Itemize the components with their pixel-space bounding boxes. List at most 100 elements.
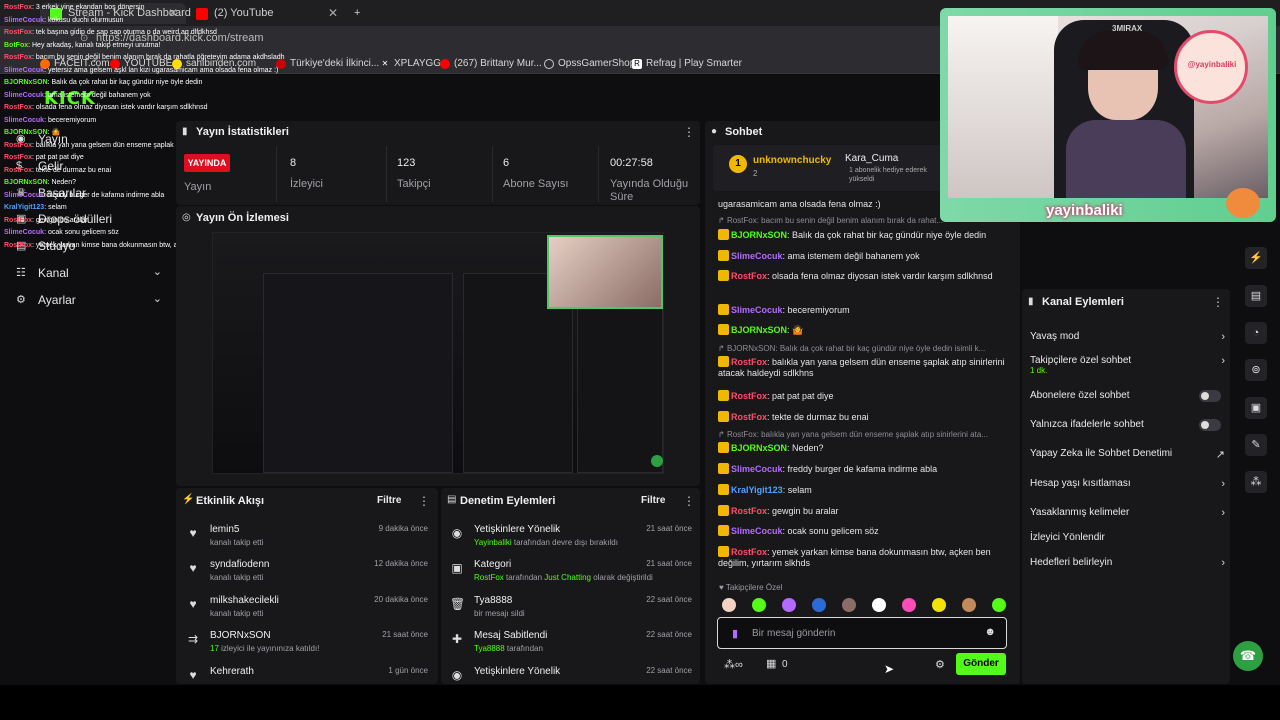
chat-message[interactable]: RostFox: yemek yarkan kimse bana dokunma… <box>718 546 1008 569</box>
chat-username[interactable]: RostFox <box>731 271 767 281</box>
clipboard-icon[interactable]: ▤ <box>1245 285 1267 307</box>
kebab-menu-icon[interactable]: ⋮ <box>1212 295 1224 309</box>
bookmark-item[interactable]: OpssGamerShop <box>544 58 635 69</box>
chat-username[interactable]: SlimeCocuk <box>731 526 783 536</box>
chat-username[interactable]: RostFox <box>731 506 767 516</box>
bookmark-item[interactable]: Türkiye'deki İlkinci... <box>276 58 379 69</box>
microphone-icon[interactable]: ▮ <box>732 627 738 640</box>
chat-message[interactable]: RostFox: tekte de durmaz bu enai <box>718 411 1008 423</box>
channel-action-item[interactable]: Yasaklanmış kelimeler › <box>1030 507 1225 519</box>
chat-username[interactable]: RostFox <box>731 391 767 401</box>
tab-youtube[interactable]: (2) YouTube ✕ <box>186 3 346 24</box>
channel-action-item[interactable]: Abonelere özel sohbet <box>1030 390 1225 402</box>
bookmark-item[interactable]: R Refrag | Play Smarter <box>632 58 742 69</box>
emote-icon[interactable] <box>872 598 886 612</box>
kebab-menu-icon[interactable]: ⋮ <box>418 494 430 508</box>
emote-icon[interactable] <box>722 598 736 612</box>
chat-username[interactable]: KralYigit123 <box>731 485 783 495</box>
chat-username[interactable]: SlimeCocuk <box>731 305 783 315</box>
chat-message[interactable]: RostFox: pat pat pat diye <box>718 390 1008 402</box>
activity-user[interactable]: BJORNxSON <box>210 630 271 641</box>
emote-icon[interactable] <box>782 598 796 612</box>
emote-icon[interactable] <box>842 598 856 612</box>
moderation-actor[interactable]: Yayinbaliki <box>474 538 512 547</box>
stream-preview-video[interactable] <box>212 232 664 474</box>
activity-row[interactable]: ♥ milkshakecilekli kanalı takip etti 20 dak… <box>186 595 428 629</box>
channel-action-item[interactable]: Takipçilere özel sohbet 1 dk. › <box>1030 355 1225 375</box>
activity-user[interactable]: syndafiodenn <box>210 559 270 570</box>
moderation-row[interactable]: ◉ Yetişkinlere Yönelik 22 saat önce <box>450 666 692 700</box>
external-link-icon[interactable]: ↗ <box>1216 448 1225 461</box>
moderation-actor[interactable]: RostFox <box>474 573 504 582</box>
chat-message[interactable]: RostFox: balıkla yan yana gelsem dün ens… <box>718 356 1008 379</box>
chat-input[interactable]: ▮ Bir mesaj gönderin ☻ <box>717 617 1007 649</box>
chat-username[interactable]: RostFox <box>731 357 767 367</box>
emote-icon[interactable] <box>902 598 916 612</box>
chat-username[interactable]: BJORNxSON <box>731 443 787 453</box>
emote-icon[interactable] <box>962 598 976 612</box>
moderation-row[interactable]: ✚ Mesaj Sabitlendi Tya8888 tarafından 22 sa… <box>450 630 692 664</box>
chat-message[interactable]: SlimeCocuk: beceremiyorum <box>718 304 1008 316</box>
chat-message[interactable]: SlimeCocuk: freddy burger de kafama indi… <box>718 463 1008 475</box>
sidebar-item-kanal[interactable]: ☷ Kanal ⌄ <box>16 263 166 285</box>
channel-action-item[interactable]: Hesap yaşı kısıtlaması › <box>1030 478 1225 490</box>
emote-icon[interactable] <box>812 598 826 612</box>
bookmark-item[interactable]: ✕ XPLAYGG <box>380 58 441 69</box>
activity-row[interactable]: ♥ lemin5 kanalı takip etti 9 dakika önce <box>186 524 428 558</box>
chat-username[interactable]: SlimeCocuk <box>731 251 783 261</box>
new-tab-button[interactable]: + <box>348 3 372 24</box>
broadcast-icon[interactable]: ⊚ <box>1245 359 1267 381</box>
chat-message[interactable]: SlimeCocuk: ocak sonu gelicem söz <box>718 525 1008 537</box>
chat-username[interactable]: BJORNxSON <box>731 230 787 240</box>
moderation-row[interactable]: 🗑 Tya8888 bir mesajı sildi 22 saat önce <box>450 595 692 629</box>
lightning-icon[interactable]: ⚡ <box>1245 247 1267 269</box>
chat-message[interactable]: SlimeCocuk: ama istemem değil bahanem yo… <box>718 250 1008 262</box>
moderation-actor[interactable]: Tya8888 <box>474 644 505 653</box>
emoji-icon[interactable]: ☻ <box>984 626 996 638</box>
kebab-menu-icon[interactable]: ⋮ <box>683 494 695 508</box>
moderation-row[interactable]: ▣ Kategori RostFox tarafından Just Chattin… <box>450 559 692 593</box>
moderation-row[interactable]: ◉ Yetişkinlere Yönelik Yayinbaliki tarafın… <box>450 524 692 558</box>
send-button[interactable]: Gönder <box>956 653 1006 675</box>
moderation-icon[interactable]: ▣ <box>1245 397 1267 419</box>
support-chat-icon[interactable]: ☎ <box>1233 641 1263 671</box>
activity-row[interactable]: ♥ Kehrerath 1 gün önce <box>186 666 428 700</box>
kebab-menu-icon[interactable]: ⋮ <box>683 125 695 139</box>
channel-action-item[interactable]: Yalnızca ifadelerle sohbet <box>1030 419 1225 431</box>
chat-username[interactable]: SlimeCocuk <box>731 464 783 474</box>
chat-username[interactable]: RostFox <box>731 412 767 422</box>
chat-username[interactable]: RostFox <box>731 547 767 557</box>
chat-message[interactable]: RostFox: olsada fena olmaz diyosan istek… <box>718 270 1008 282</box>
chat-settings-icon[interactable]: ⚙ <box>935 658 945 671</box>
toggle-switch[interactable] <box>1199 419 1221 431</box>
activity-user[interactable]: lemin5 <box>210 524 239 535</box>
chat-message[interactable]: BJORNxSON: 🤷 <box>718 324 1008 336</box>
channel-action-item[interactable]: Hedefleri belirleyin › <box>1030 557 1225 569</box>
chat-username[interactable]: BJORNxSON <box>731 325 787 335</box>
activity-filter-button[interactable]: Filtre <box>377 495 401 506</box>
activity-row[interactable]: ⇉ BJORNxSON 17 izleyici ile yayınınıza kat… <box>186 630 428 664</box>
activity-row[interactable]: ♥ syndafiodenn kanalı takip etti 12 dakika … <box>186 559 428 593</box>
channel-action-item[interactable]: Yavaş mod › <box>1030 331 1225 343</box>
infinity-icon[interactable]: ⁂∞ <box>724 658 743 671</box>
sidebar-item-ayarlar[interactable]: ⚙ Ayarlar ⌄ <box>16 290 166 312</box>
activity-user[interactable]: milkshakecilekli <box>210 595 279 606</box>
close-tab-icon[interactable]: ✕ <box>328 6 338 20</box>
emote-icon[interactable] <box>752 598 766 612</box>
chat-bubble-icon[interactable]: ◔ <box>1245 322 1267 344</box>
channel-action-item[interactable]: Yapay Zeka ile Sohbet Denetimi ↗ <box>1030 448 1225 461</box>
emote-icon[interactable] <box>932 598 946 612</box>
activity-user[interactable]: Kehrerath <box>210 666 254 677</box>
chat-message[interactable]: BJORNxSON: Neden? <box>718 442 1008 454</box>
moderation-filter-button[interactable]: Filtre <box>641 495 665 506</box>
close-tab-icon[interactable]: ✕ <box>168 6 178 20</box>
emote-icon[interactable] <box>992 598 1006 612</box>
chat-message[interactable]: RostFox: gewgin bu aralar <box>718 505 1008 517</box>
wrench-icon[interactable]: ✎ <box>1245 434 1267 456</box>
points-icon[interactable]: ▦ <box>766 657 776 670</box>
channel-action-item[interactable]: İzleyici Yönlendir <box>1030 532 1225 543</box>
chat-message[interactable]: BJORNxSON: Balık da çok rahat bir kaç gü… <box>718 229 1008 241</box>
chat-message[interactable]: KralYigit123: selam <box>718 484 1008 496</box>
users-icon[interactable]: ⁂ <box>1245 471 1267 493</box>
bookmark-item[interactable]: (267) Brittany Mur... <box>440 58 542 69</box>
